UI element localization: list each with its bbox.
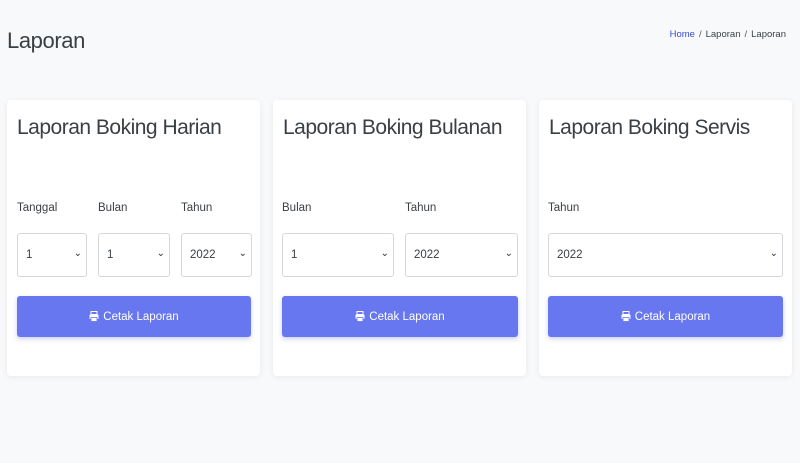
print-icon [89,311,99,322]
chevron-down-icon: ⌄ [238,248,247,259]
label-tahun: Tahun [548,202,580,214]
select-value: 2022 [190,249,216,261]
cetak-laporan-button[interactable]: Cetak Laporan [548,296,783,337]
button-label: Cetak Laporan [369,310,445,323]
label-tahun: Tahun [405,202,437,214]
tahun-select[interactable]: 2022 ⌄ [405,233,518,277]
chevron-down-icon: ⌄ [769,248,778,259]
report-card-bulanan: Laporan Boking Bulanan Bulan Tahun 1 ⌄ 2… [273,100,526,376]
card-title: Laporan Boking Servis [549,116,750,139]
select-value: 1 [291,249,298,261]
select-value: 2022 [414,249,440,261]
print-icon [355,311,365,322]
label-bulan: Bulan [98,202,128,214]
chevron-down-icon: ⌄ [156,248,165,259]
cetak-laporan-button[interactable]: Cetak Laporan [282,296,518,337]
print-icon [621,311,631,322]
card-title: Laporan Boking Harian [17,116,222,139]
label-tahun: Tahun [181,202,213,214]
breadcrumb: Home / Laporan / Laporan [670,29,786,40]
breadcrumb-separator: / [744,29,748,40]
select-value: 1 [107,249,114,261]
label-bulan: Bulan [282,202,312,214]
button-label: Cetak Laporan [634,310,711,323]
chevron-down-icon: ⌄ [73,248,82,259]
select-value: 1 [26,249,33,261]
bulan-select[interactable]: 1 ⌄ [98,233,170,277]
page-title: Laporan [7,28,85,53]
tahun-select[interactable]: 2022 ⌄ [181,233,252,277]
tanggal-select[interactable]: 1 ⌄ [17,233,87,277]
report-card-servis: Laporan Boking Servis Tahun 2022 ⌄ Cetak… [539,100,792,376]
select-value: 2022 [557,249,583,261]
report-card-harian: Laporan Boking Harian Tanggal Bulan Tahu… [7,100,260,376]
breadcrumb-item-laporan[interactable]: Laporan [706,29,741,40]
cetak-laporan-button[interactable]: Cetak Laporan [17,296,251,337]
tahun-select[interactable]: 2022 ⌄ [548,233,783,277]
breadcrumb-separator: / [698,29,702,40]
breadcrumb-home-link[interactable]: Home [670,29,695,40]
chevron-down-icon: ⌄ [380,248,389,259]
chevron-down-icon: ⌄ [504,248,513,259]
bulan-select[interactable]: 1 ⌄ [282,233,394,277]
card-title: Laporan Boking Bulanan [283,116,503,139]
button-label: Cetak Laporan [103,310,179,323]
label-tanggal: Tanggal [17,202,58,214]
breadcrumb-current: Laporan [751,29,786,40]
